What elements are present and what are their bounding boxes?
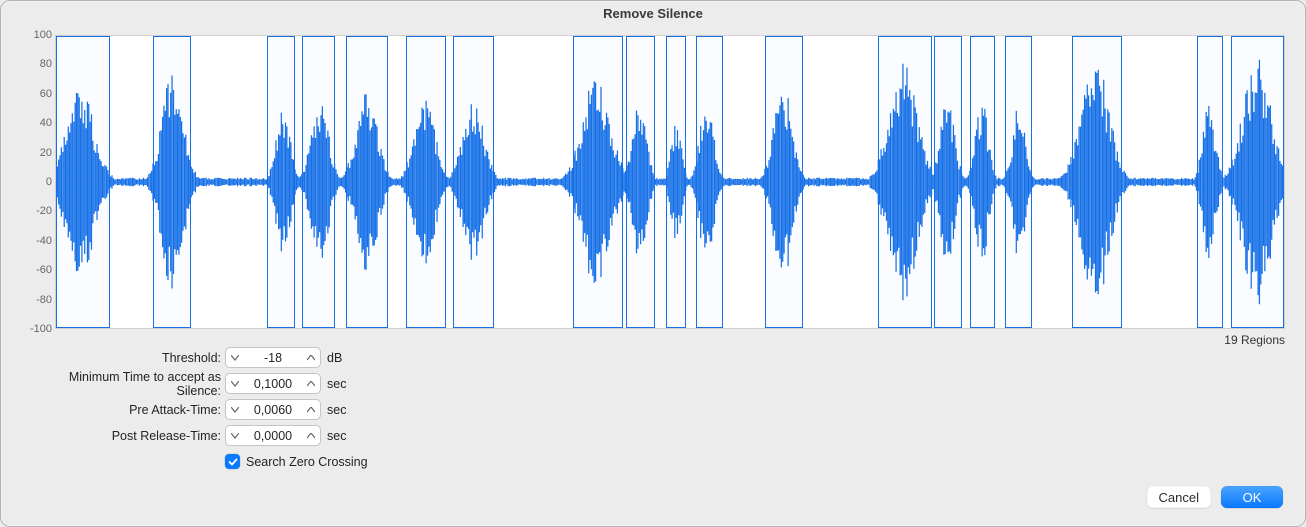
y-tick-label: -80 [22,294,52,306]
y-tick-label: -60 [22,264,52,276]
threshold-unit: dB [327,351,342,365]
y-tick-label: 80 [22,58,52,70]
dialog-button-row: Cancel OK [1147,486,1283,508]
cancel-button[interactable]: Cancel [1147,486,1211,508]
detected-region [153,36,191,328]
detected-region [626,36,655,328]
detected-region [934,36,962,328]
detected-region [970,36,996,328]
region-overlay [56,36,1284,328]
y-tick-label: 100 [22,29,52,41]
post-release-stepper[interactable]: 0,0000 [225,425,321,446]
post-release-label: Post Release-Time: [21,429,225,443]
min-silence-label: Minimum Time to accept as Silence: [21,370,225,398]
pre-attack-stepper[interactable]: 0,0060 [225,399,321,420]
post-release-value[interactable]: 0,0000 [244,429,302,443]
min-silence-unit: sec [327,377,346,391]
chevron-up-icon[interactable] [302,355,320,361]
detected-region [267,36,295,328]
chevron-down-icon[interactable] [226,381,244,387]
y-tick-label: -100 [22,323,52,335]
pre-attack-value[interactable]: 0,0060 [244,403,302,417]
chevron-down-icon[interactable] [226,355,244,361]
y-tick-label: 0 [22,176,52,188]
chevron-down-icon[interactable] [226,433,244,439]
remove-silence-dialog: Remove Silence 100 80 60 40 20 0 -20 -40 -60 -80 -… [0,0,1306,527]
parameter-panel: Threshold: -18 dB Minimum Time to accept… [21,347,368,472]
chevron-up-icon[interactable] [302,381,320,387]
post-release-unit: sec [327,429,346,443]
zero-crossing-checkbox[interactable] [225,454,240,469]
y-tick-label: -20 [22,205,52,217]
regions-count-label: 19 Regions [1224,333,1285,347]
waveform-area: 100806040200-20-40-60-80-100 [21,35,1285,329]
threshold-value[interactable]: -18 [244,351,302,365]
detected-region [878,36,932,328]
waveform-plot [55,35,1285,329]
pre-attack-unit: sec [327,403,346,417]
detected-region [1072,36,1122,328]
zero-crossing-label: Search Zero Crossing [246,455,368,469]
detected-region [666,36,686,328]
chevron-up-icon[interactable] [302,433,320,439]
detected-region [346,36,388,328]
detected-region [453,36,495,328]
y-tick-label: 60 [22,88,52,100]
chevron-up-icon[interactable] [302,407,320,413]
pre-attack-label: Pre Attack-Time: [21,403,225,417]
y-tick-label: -40 [22,235,52,247]
min-silence-value[interactable]: 0,1000 [244,377,302,391]
detected-region [696,36,723,328]
ok-button[interactable]: OK [1221,486,1283,508]
min-silence-stepper[interactable]: 0,1000 [225,373,321,394]
detected-region [1231,36,1284,328]
detected-region [406,36,447,328]
detected-region [1005,36,1032,328]
detected-region [573,36,623,328]
threshold-stepper[interactable]: -18 [225,347,321,368]
y-axis: 100806040200-20-40-60-80-100 [21,35,55,329]
detected-region [56,36,110,328]
y-tick-label: 40 [22,117,52,129]
y-tick-label: 20 [22,147,52,159]
chevron-down-icon[interactable] [226,407,244,413]
detected-region [302,36,335,328]
detected-region [765,36,803,328]
dialog-title: Remove Silence [1,1,1305,27]
detected-region [1197,36,1223,328]
threshold-label: Threshold: [21,351,225,365]
